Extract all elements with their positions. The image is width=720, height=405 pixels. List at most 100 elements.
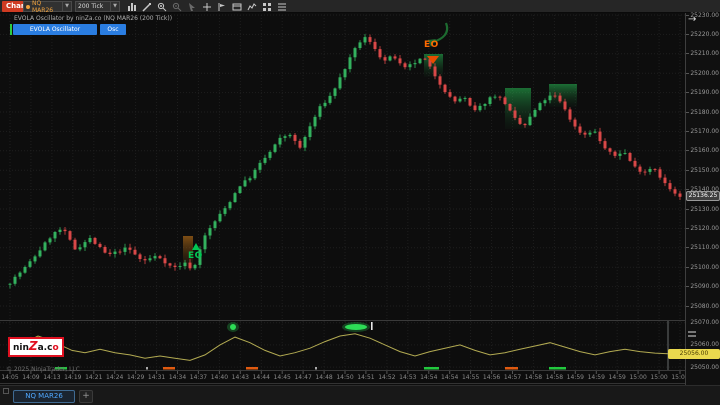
time-axis-label: 14:21 (84, 374, 104, 381)
zoom-in-icon[interactable] (157, 2, 167, 12)
chart-toolbar-icons (127, 1, 287, 12)
time-axis-label: 14:37 (188, 374, 208, 381)
window-grip-icon (3, 388, 9, 394)
add-tab-button[interactable]: + (79, 390, 93, 403)
interval-label: 200 Tick (78, 3, 103, 10)
time-axis-label: 15:00 (649, 374, 669, 381)
time-axis-label: 14:55 (461, 374, 481, 381)
instrument-status-dot (26, 5, 30, 9)
chevron-down-icon[interactable]: ▼ (110, 2, 117, 11)
time-axis-label: 14:52 (377, 374, 397, 381)
osc-button[interactable]: Osc (100, 24, 126, 35)
crosshair-icon[interactable] (202, 2, 212, 12)
time-axis-label: 14:24 (105, 374, 125, 381)
price-axis-label: 25130.00 (690, 206, 719, 213)
oscillator-axis-label: 25050.00 (690, 364, 719, 371)
grid-icon[interactable] (262, 2, 272, 12)
toolbar: Chart NQ MAR26 ▼ 200 Tick ▼ (0, 0, 720, 13)
time-axis-label: 15:00 (628, 374, 648, 381)
time-axis-label: 14:40 (209, 374, 229, 381)
price-axis-label: 25120.00 (690, 225, 719, 232)
price-axis-tick (686, 34, 689, 35)
time-axis-label: 14:56 (482, 374, 502, 381)
cursor-icon[interactable] (187, 2, 197, 12)
chevron-down-icon[interactable]: ▼ (62, 2, 69, 11)
time-axis-label: 14:59 (586, 374, 606, 381)
indicators-icon[interactable] (247, 2, 257, 12)
price-axis-label: 25100.00 (690, 264, 719, 271)
time-axis-label: 14:51 (356, 374, 376, 381)
time-axis-label: 14:13 (42, 374, 62, 381)
time-axis-label: 14:54 (419, 374, 439, 381)
time-axis-label: 14:45 (272, 374, 292, 381)
evola-oscillator-button[interactable]: EVOLA Oscillator (13, 24, 97, 35)
copyright-text: © 2025 NinjaTrader, LLC (6, 366, 80, 373)
scroll-to-latest-arrow-icon[interactable]: → (688, 14, 696, 25)
chart-style-icon[interactable] (127, 2, 137, 12)
oscillator-axis-label: 25060.00 (690, 341, 719, 348)
buy-signal-triangle-icon (192, 243, 200, 250)
time-axis-label: 14:34 (168, 374, 188, 381)
price-axis[interactable]: → 25136.25 25056.00 25230.0025220.002521… (685, 13, 720, 385)
price-axis-tick (686, 209, 689, 210)
price-axis-tick (686, 131, 689, 132)
bottom-tab-bar: NQ MAR26 + (0, 385, 720, 405)
panel-icon[interactable] (232, 2, 242, 12)
osc-axis-glyph (688, 331, 696, 333)
chart-window: Chart NQ MAR26 ▼ 200 Tick ▼ EVOLA Oscill… (0, 0, 720, 405)
price-axis-label: 25200.00 (690, 70, 719, 77)
price-axis-tick (686, 247, 689, 248)
price-axis-tick (686, 286, 689, 287)
price-axis-tick (686, 150, 689, 151)
supply-demand-zones (183, 54, 577, 267)
time-axis-label: 14:54 (440, 374, 460, 381)
oscillator-white-tick (371, 322, 373, 330)
price-axis-label: 25190.00 (690, 89, 719, 96)
buy-signal-label: EO (188, 251, 203, 261)
price-axis-label: 25110.00 (690, 244, 719, 251)
price-axis-label: 25210.00 (690, 50, 719, 57)
time-axis-label: 14:05 (0, 374, 20, 381)
time-axis-label: 14:57 (503, 374, 523, 381)
time-axis-label: 14:50 (335, 374, 355, 381)
region-icon[interactable] (217, 2, 227, 12)
oscillator-line (8, 334, 684, 361)
chart-canvas[interactable] (0, 13, 686, 385)
drawing-tools-icon[interactable] (142, 2, 152, 12)
price-axis-label: 25150.00 (690, 167, 719, 174)
price-axis-tick (686, 73, 689, 74)
instrument-label: NQ MAR26 (32, 0, 60, 14)
price-axis-label: 25090.00 (690, 283, 719, 290)
time-axis-label: 14:19 (63, 374, 83, 381)
interval-selector[interactable]: 200 Tick ▼ (75, 1, 120, 12)
price-axis-label: 25220.00 (690, 31, 719, 38)
oscillator-signal-dots (227, 322, 373, 332)
price-axis-tick (686, 92, 689, 93)
price-axis-tick (686, 267, 689, 268)
data-series-icon[interactable] (277, 2, 287, 12)
price-axis-label: 25080.00 (690, 303, 719, 310)
price-axis-tick (686, 228, 689, 229)
time-axis-label: 14:58 (544, 374, 564, 381)
price-axis-tick (686, 170, 689, 171)
time-axis-label: 14:29 (126, 374, 146, 381)
time-axis-label: 14:44 (251, 374, 271, 381)
osc-axis-glyph (688, 335, 696, 337)
candles (9, 34, 682, 289)
instrument-selector[interactable]: NQ MAR26 ▼ (23, 1, 72, 12)
last-price-label: 25136.25 (686, 191, 720, 201)
price-axis-label: 25160.00 (690, 147, 719, 154)
price-axis-tick (686, 112, 689, 113)
sell-signal-label: EO (424, 40, 439, 50)
tab-nq-mar26[interactable]: NQ MAR26 (13, 390, 75, 403)
oscillator-value-label: 25056.00 (668, 349, 720, 359)
indicator-status-strip (10, 24, 12, 35)
zoom-out-icon[interactable] (172, 2, 182, 12)
price-axis-tick (686, 53, 689, 54)
price-axis-tick (686, 189, 689, 190)
time-axis-label: 14:31 (147, 374, 167, 381)
sell-signal-triangle-icon (427, 56, 439, 64)
time-axis-label: 14:09 (21, 374, 41, 381)
ninza-logo: ninZa.co (8, 337, 64, 357)
time-axis-label: 14:58 (523, 374, 543, 381)
